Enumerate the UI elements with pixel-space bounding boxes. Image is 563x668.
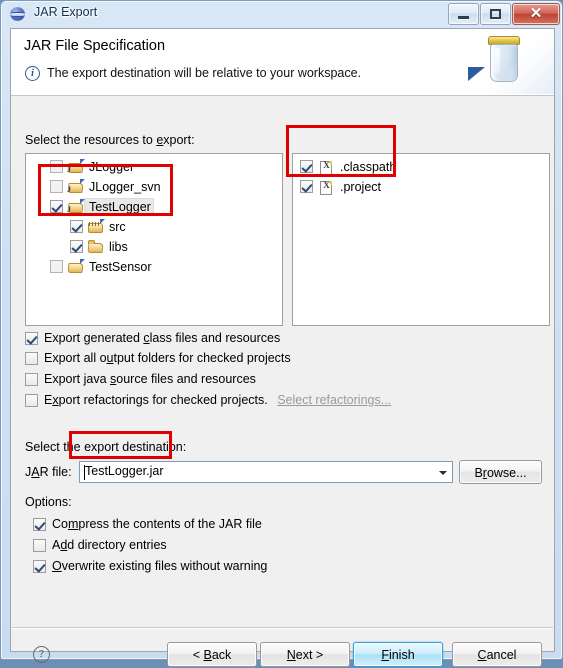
file-checkbox[interactable] bbox=[300, 180, 313, 193]
minimize-icon bbox=[458, 16, 469, 19]
tree-row[interactable]: J JLogger bbox=[26, 157, 282, 177]
option-checkbox[interactable] bbox=[33, 560, 46, 573]
cancel-button[interactable]: Cancel bbox=[452, 642, 542, 667]
maximize-button[interactable] bbox=[480, 3, 511, 25]
tree-row[interactable]: libs bbox=[26, 237, 282, 257]
tree-label: libs bbox=[109, 240, 128, 254]
option-checkbox[interactable] bbox=[25, 352, 38, 365]
option-label: Add directory entries bbox=[52, 538, 167, 552]
close-button[interactable]: ✕ bbox=[512, 3, 560, 25]
option-checkbox[interactable] bbox=[33, 539, 46, 552]
title-bar: JAR Export ✕ bbox=[1, 1, 563, 27]
dialog-body: JAR File Specification i The export dest… bbox=[10, 28, 555, 667]
back-button[interactable]: < Back bbox=[167, 642, 257, 667]
footer-divider bbox=[12, 627, 553, 628]
jar-export-window: JAR Export ✕ JAR File Specification i Th… bbox=[0, 0, 563, 667]
finish-button[interactable]: Finish bbox=[353, 642, 443, 667]
list-item[interactable]: X .classpath bbox=[293, 157, 549, 177]
tree-row[interactable]: src bbox=[26, 217, 282, 237]
java-project-icon: J bbox=[67, 159, 85, 175]
option-label: Export generated class files and resourc… bbox=[44, 331, 281, 345]
window-title: JAR Export bbox=[34, 5, 98, 19]
close-icon: ✕ bbox=[529, 5, 543, 22]
browse-button[interactable]: Browse... bbox=[459, 460, 542, 484]
jar-icon bbox=[464, 29, 554, 94]
tree-label: TestSensor bbox=[89, 260, 152, 274]
resources-label: Select the resources to export: bbox=[25, 133, 195, 147]
tree-checkbox[interactable] bbox=[70, 240, 83, 253]
option-label: Export java source files and resources bbox=[44, 372, 256, 386]
folder-icon bbox=[87, 239, 104, 255]
help-button[interactable]: ? bbox=[33, 646, 50, 663]
option-label: Export refactorings for checked projects… bbox=[44, 393, 392, 407]
option-checkbox[interactable] bbox=[33, 518, 46, 531]
header-message: The export destination will be relative … bbox=[47, 66, 362, 80]
file-label: .project bbox=[340, 180, 381, 194]
window-icon bbox=[10, 6, 26, 22]
file-label: .classpath bbox=[340, 160, 397, 174]
tree-label: TestLogger bbox=[89, 200, 151, 214]
chevron-down-icon bbox=[439, 471, 447, 475]
list-item[interactable]: X .project bbox=[293, 177, 549, 197]
tree-row[interactable]: J JLogger_svn bbox=[26, 177, 282, 197]
tree-checkbox[interactable] bbox=[50, 160, 63, 173]
info-icon: i bbox=[25, 66, 40, 81]
tree-label: JLogger_svn bbox=[89, 180, 161, 194]
option-checkbox[interactable] bbox=[25, 373, 38, 386]
wizard-header: JAR File Specification i The export dest… bbox=[11, 29, 554, 96]
tree-label: src bbox=[109, 220, 126, 234]
tree-row[interactable]: TestSensor bbox=[26, 257, 282, 277]
resource-tree-panel[interactable]: J JLogger J JLogger_svn J TestLogger src… bbox=[25, 153, 283, 326]
next-button[interactable]: Next > bbox=[260, 642, 350, 667]
option-checkbox[interactable] bbox=[25, 394, 38, 407]
java-project-icon: J bbox=[67, 179, 85, 195]
tree-checkbox[interactable] bbox=[50, 200, 63, 213]
tree-label: JLogger bbox=[89, 160, 135, 174]
page-title: JAR File Specification bbox=[24, 38, 166, 54]
tree-checkbox[interactable] bbox=[50, 180, 63, 193]
xml-file-icon: X bbox=[318, 179, 335, 195]
tree-checkbox[interactable] bbox=[70, 220, 83, 233]
maximize-icon bbox=[490, 9, 501, 19]
option-label: Export all output folders for checked pr… bbox=[44, 351, 291, 365]
jar-file-label: JAR file: bbox=[25, 465, 72, 479]
options-label: Options: bbox=[25, 495, 72, 509]
option-label: Overwrite existing files without warning bbox=[52, 559, 268, 573]
select-refactorings-link[interactable]: Select refactorings... bbox=[277, 393, 391, 407]
option-checkbox[interactable] bbox=[25, 332, 38, 345]
jar-file-input[interactable]: TestLogger.jar bbox=[85, 464, 164, 478]
java-project-icon: J bbox=[67, 199, 85, 215]
file-checkbox[interactable] bbox=[300, 160, 313, 173]
destination-label: Select the export destination: bbox=[25, 440, 187, 454]
project-icon bbox=[67, 259, 85, 275]
resource-file-list-panel[interactable]: X .classpath X .project bbox=[292, 153, 550, 326]
xml-file-icon: X bbox=[318, 159, 335, 175]
source-package-icon bbox=[87, 219, 105, 235]
tree-checkbox[interactable] bbox=[50, 260, 63, 273]
jar-file-combo[interactable]: TestLogger.jar bbox=[79, 461, 453, 483]
option-label: Compress the contents of the JAR file bbox=[52, 517, 262, 531]
export-arrow-icon bbox=[468, 67, 485, 81]
tree-row[interactable]: J TestLogger bbox=[26, 197, 282, 217]
minimize-button[interactable] bbox=[448, 3, 479, 25]
window-controls: ✕ bbox=[447, 3, 560, 25]
combo-dropdown-button[interactable] bbox=[435, 462, 452, 482]
